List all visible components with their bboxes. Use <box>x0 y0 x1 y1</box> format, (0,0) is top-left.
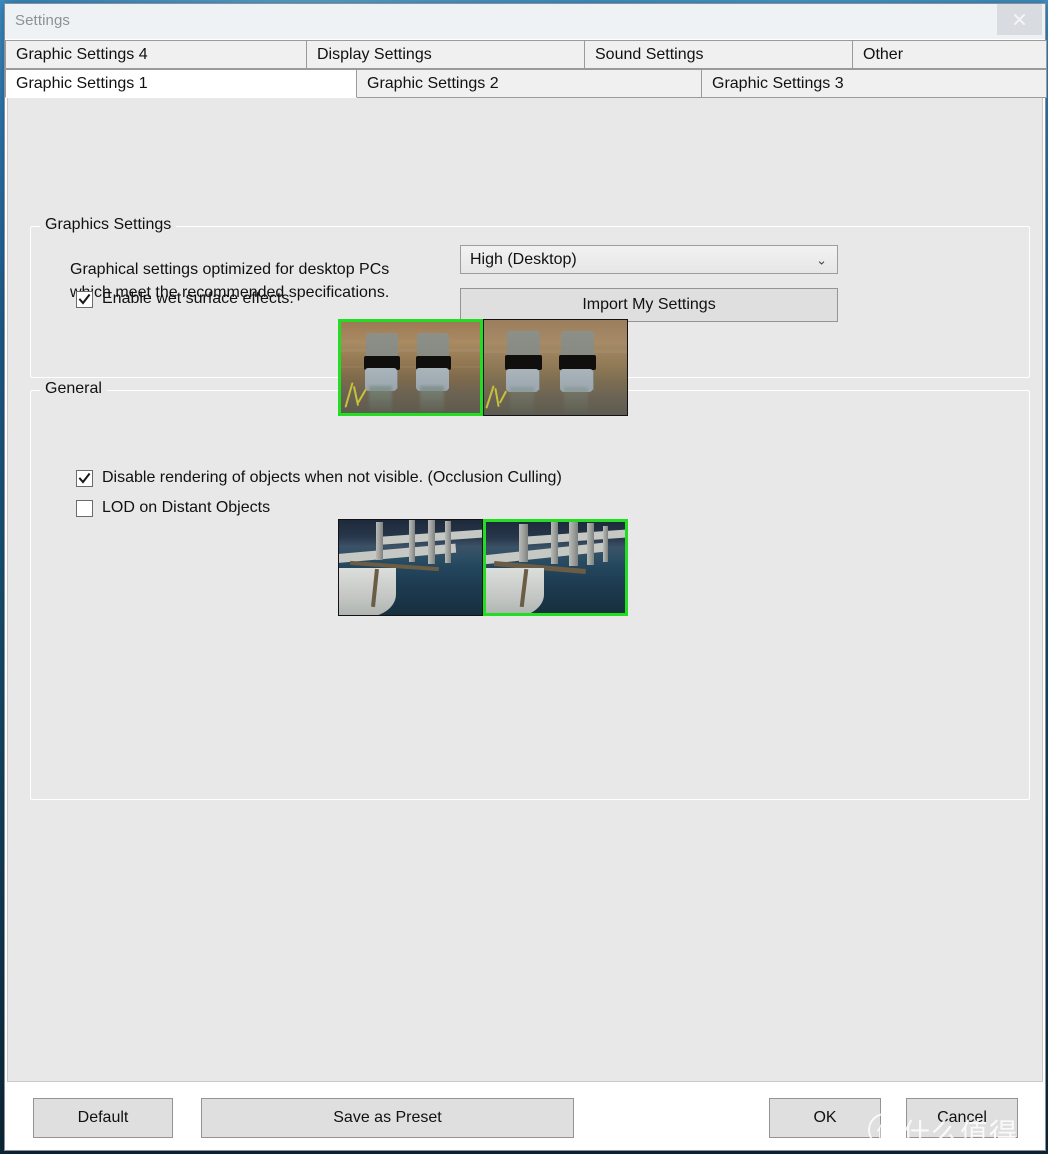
tab-graphic-settings-1[interactable]: Graphic Settings 1 <box>5 69 357 98</box>
checkbox-lod-distant-objects[interactable]: LOD on Distant Objects <box>76 499 270 517</box>
tab-label: Graphic Settings 4 <box>16 45 148 63</box>
preview-image-legs-dry <box>484 320 627 415</box>
checkbox-box <box>76 290 93 308</box>
lod-preview-off[interactable] <box>338 519 483 616</box>
close-icon <box>1014 14 1025 25</box>
cancel-button-label: Cancel <box>937 1109 987 1126</box>
grass-tuft <box>344 369 380 408</box>
preview-image-legs-wet <box>341 322 480 413</box>
import-my-settings-label: Import My Settings <box>582 296 716 313</box>
checkbox-occlusion-culling[interactable]: Disable rendering of objects when not vi… <box>76 469 562 487</box>
tab-label: Other <box>863 45 904 63</box>
graphics-preset-dropdown[interactable]: High (Desktop) ⌄ <box>460 245 838 274</box>
tab-label: Graphic Settings 3 <box>712 74 844 92</box>
cancel-button[interactable]: Cancel <box>906 1098 1018 1138</box>
graphics-settings-group-title: Graphics Settings <box>40 216 177 234</box>
close-button[interactable] <box>997 4 1042 35</box>
default-button[interactable]: Default <box>33 1098 173 1138</box>
tab-row-top: Graphic Settings 4 Display Settings Soun… <box>5 39 1047 69</box>
graphics-description-line1: Graphical settings optimized for desktop… <box>70 261 390 278</box>
default-button-label: Default <box>77 1109 129 1126</box>
preview-image-dock-lowdetail <box>339 520 482 615</box>
dialog-footer: Default Save as Preset OK Cancel <box>5 1082 1045 1150</box>
tab-label: Display Settings <box>317 45 432 63</box>
grass-tuft <box>485 369 524 410</box>
tab-label: Sound Settings <box>595 45 704 63</box>
ok-button[interactable]: OK <box>769 1098 881 1138</box>
save-as-preset-label: Save as Preset <box>333 1109 442 1126</box>
ok-button-label: OK <box>813 1109 837 1126</box>
import-my-settings-button[interactable]: Import My Settings <box>460 288 838 322</box>
chevron-down-icon: ⌄ <box>816 252 827 267</box>
wet-surface-preview-off[interactable] <box>483 319 628 416</box>
wet-surface-preview-on[interactable] <box>338 319 483 416</box>
checkbox-box <box>76 469 93 487</box>
tab-strip: Graphic Settings 4 Display Settings Soun… <box>5 39 1047 98</box>
tab-content-panel: Graphics Settings Graphical settings opt… <box>7 98 1043 1082</box>
tab-other[interactable]: Other <box>853 40 1047 69</box>
wet-surface-preview-pair <box>338 319 628 416</box>
checkbox-label: Disable rendering of objects when not vi… <box>102 469 562 486</box>
save-as-preset-button[interactable]: Save as Preset <box>201 1098 574 1138</box>
tab-sound-settings[interactable]: Sound Settings <box>585 40 853 69</box>
lod-preview-on[interactable] <box>483 519 628 616</box>
tab-graphic-settings-3[interactable]: Graphic Settings 3 <box>702 69 1047 98</box>
checkbox-box <box>76 499 93 517</box>
general-group-title: General <box>40 380 107 398</box>
preview-image-dock-highdetail <box>486 522 625 613</box>
check-icon <box>78 472 91 484</box>
settings-window: Settings Graphic Settings 4 Display Sett… <box>4 3 1047 1151</box>
title-bar: Settings <box>5 4 1045 39</box>
checkbox-enable-wet-surface[interactable]: Enable wet surface effects. <box>76 290 294 308</box>
checkbox-label: Enable wet surface effects. <box>102 290 294 307</box>
tab-graphic-settings-4[interactable]: Graphic Settings 4 <box>5 40 307 69</box>
tab-label: Graphic Settings 1 <box>16 74 148 92</box>
tab-label: Graphic Settings 2 <box>367 74 499 92</box>
graphics-preset-value: High (Desktop) <box>470 250 577 268</box>
check-icon <box>78 293 91 305</box>
tab-row-bottom: Graphic Settings 1 Graphic Settings 2 Gr… <box>5 69 1047 98</box>
checkbox-label: LOD on Distant Objects <box>102 499 271 516</box>
tab-display-settings[interactable]: Display Settings <box>307 40 585 69</box>
lod-preview-pair <box>338 519 628 616</box>
window-title: Settings <box>15 12 70 29</box>
tab-graphic-settings-2[interactable]: Graphic Settings 2 <box>357 69 702 98</box>
